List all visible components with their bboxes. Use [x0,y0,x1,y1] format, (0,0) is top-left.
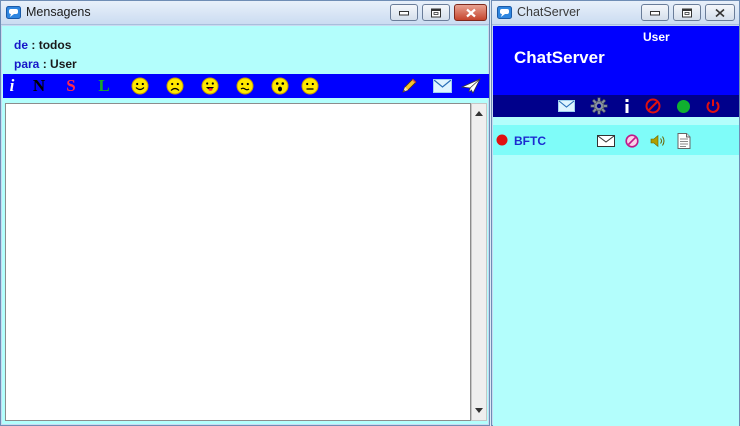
speaker-icon [650,134,665,148]
surprised-emoticon-button[interactable] [270,76,290,96]
message-text-area[interactable] [5,103,471,421]
sad-icon [166,77,184,95]
scroll-down-icon [475,408,483,413]
normal-format-button[interactable]: N [29,76,49,96]
chatserver-brand: ChatServer [514,48,605,67]
close-button[interactable] [454,4,487,21]
user-list-item[interactable]: BFTC [493,125,739,155]
send-button[interactable] [460,76,482,96]
chatserver-titlebar[interactable]: ChatServer [492,1,739,25]
pencil-icon [402,78,417,93]
messages-window-title: Mensagens [26,5,91,19]
messages-toolbar-button[interactable] [556,97,576,115]
strike-format-label: S [66,76,76,95]
info-format-label: i [9,76,15,95]
from-separator: : [31,38,36,52]
messages-titlebar[interactable]: Mensagens [1,1,489,25]
to-separator: : [42,57,47,71]
maximize-button[interactable] [673,4,701,21]
edit-button[interactable] [399,76,419,96]
info-format-button[interactable]: i [5,76,19,96]
online-status-button[interactable] [673,97,693,115]
chat-app-icon [497,6,512,19]
user-sound-button[interactable] [649,132,669,150]
chatserver-window: ChatServer User ChatServer BFTC [491,0,740,426]
user-log-button[interactable] [674,132,694,150]
messages-panel: de : todos para : User i N S L [2,26,489,424]
block-button[interactable] [643,97,663,115]
from-label: de [14,38,29,52]
block-icon [625,134,639,148]
smile-emoticon-button[interactable] [130,76,150,96]
restore-icon [431,8,441,17]
from-value[interactable]: todos [39,38,72,52]
envelope-icon [557,100,575,112]
status-offline-icon [496,134,508,146]
power-icon [706,99,720,113]
chat-app-icon [6,6,21,19]
close-icon [715,8,725,17]
user-block-button[interactable] [622,132,642,150]
user-message-button[interactable] [596,132,616,150]
green-dot-icon [676,99,690,113]
confused-icon [236,77,254,95]
chatserver-toolbar [493,95,739,117]
close-icon [465,8,476,17]
light-format-label: L [98,76,110,95]
surprised-icon [271,77,289,95]
mail-button[interactable] [431,76,453,96]
gear-icon [590,97,608,115]
envelope-icon [432,79,452,93]
neutral-emoticon-button[interactable] [300,76,320,96]
neutral-icon [301,77,319,95]
from-line: de : todos [14,38,71,52]
scroll-up-icon [475,111,483,116]
close-button[interactable] [705,4,735,21]
sad-emoticon-button[interactable] [165,76,185,96]
envelope-icon [597,135,615,147]
scroll-down-button[interactable] [472,403,486,418]
block-icon [645,98,661,114]
minimize-icon [650,10,660,15]
minimize-icon [399,10,409,15]
strike-format-button[interactable]: S [61,76,81,96]
restore-icon [682,8,692,17]
paper-plane-icon [461,78,481,94]
format-toolbar: i N S L [3,74,489,98]
info-button[interactable] [617,97,637,115]
document-icon [677,133,691,149]
tongue-emoticon-button[interactable] [200,76,220,96]
info-icon [625,99,629,113]
chatserver-header: User ChatServer [493,26,739,95]
minimize-button[interactable] [390,4,418,21]
tongue-icon [201,77,219,95]
settings-button[interactable] [589,97,609,115]
smile-icon [131,77,149,95]
to-value[interactable]: User [50,57,77,71]
to-line: para : User [14,57,77,71]
user-name[interactable]: BFTC [514,134,546,148]
confused-emoticon-button[interactable] [235,76,255,96]
normal-format-label: N [32,76,46,95]
chatserver-panel: User ChatServer BFTC [493,26,739,426]
current-user-label: User [643,30,670,44]
light-format-button[interactable]: L [94,76,114,96]
message-scrollbar[interactable] [471,103,487,421]
scroll-up-button[interactable] [472,106,486,121]
power-button[interactable] [703,97,723,115]
chatserver-window-title: ChatServer [517,5,581,19]
messages-window: Mensagens de : todos para : User i N S L [0,0,490,426]
minimize-button[interactable] [641,4,669,21]
maximize-button[interactable] [422,4,450,21]
to-label: para [14,57,40,71]
